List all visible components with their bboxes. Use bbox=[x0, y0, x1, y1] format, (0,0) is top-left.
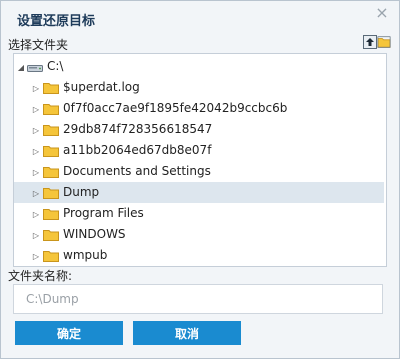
tree-item-label: Program Files bbox=[63, 206, 144, 220]
tree-item[interactable]: ▷ WINDOWS bbox=[14, 224, 384, 245]
tree-item-label: 29db874f728356618547 bbox=[63, 122, 213, 136]
expand-arrow-icon[interactable]: ▷ bbox=[31, 230, 41, 240]
new-folder-button[interactable] bbox=[377, 35, 391, 49]
expand-arrow-icon[interactable]: ▷ bbox=[31, 146, 41, 156]
up-arrow-icon bbox=[366, 38, 374, 46]
collapse-arrow-icon[interactable]: ◢ bbox=[16, 62, 26, 72]
tree-item[interactable]: ▷ $uperdat.log bbox=[14, 77, 384, 98]
expand-arrow-icon[interactable]: ▷ bbox=[31, 104, 41, 114]
up-folder-button[interactable] bbox=[363, 35, 377, 49]
tree-item-label: Documents and Settings bbox=[63, 164, 211, 178]
expand-arrow-icon[interactable]: ▷ bbox=[31, 167, 41, 177]
folder-icon bbox=[43, 145, 59, 160]
tree-item[interactable]: ▷ Documents and Settings bbox=[14, 161, 384, 182]
tree-item[interactable]: ▷ Program Files bbox=[14, 203, 384, 224]
tree-item[interactable]: ▷ a11bb2064ed67db8e07f bbox=[14, 140, 384, 161]
tree-item-label: wmpub bbox=[63, 248, 108, 262]
expand-arrow-icon[interactable]: ▷ bbox=[31, 83, 41, 93]
cancel-button[interactable]: 取消 bbox=[133, 321, 241, 345]
folder-name-input[interactable] bbox=[13, 284, 383, 314]
select-folder-label: 选择文件夹 bbox=[8, 38, 69, 52]
close-icon[interactable]: × bbox=[374, 5, 390, 21]
tree-item[interactable]: ▷ wmpub bbox=[14, 245, 384, 266]
folder-icon bbox=[43, 229, 59, 244]
folder-icon bbox=[43, 103, 59, 118]
folder-icon bbox=[43, 187, 59, 202]
tree-root-label: C:\ bbox=[47, 59, 64, 73]
restore-target-dialog: 设置还原目标 × 选择文件夹 ◢ C:\ ▷ $uperdat.log ▷ 0f… bbox=[0, 0, 400, 359]
folder-icon bbox=[43, 166, 59, 181]
folder-icon bbox=[43, 124, 59, 139]
tree-item[interactable]: ▷ 0f7f0acc7ae9f1895fe42042b9ccbc6b bbox=[14, 98, 384, 119]
dialog-title: 设置还原目标 bbox=[17, 14, 96, 29]
folder-icon bbox=[43, 250, 59, 265]
drive-icon bbox=[27, 62, 43, 76]
tree-item[interactable]: ▷ 29db874f728356618547 bbox=[14, 119, 384, 140]
folder-icon bbox=[43, 208, 59, 223]
expand-arrow-icon[interactable]: ▷ bbox=[31, 125, 41, 135]
tree-item-label: $uperdat.log bbox=[63, 80, 140, 94]
expand-arrow-icon[interactable]: ▷ bbox=[31, 188, 41, 198]
tree-item-label: 0f7f0acc7ae9f1895fe42042b9ccbc6b bbox=[63, 101, 288, 115]
folder-tree[interactable]: ◢ C:\ ▷ $uperdat.log ▷ 0f7f0acc7ae9f1895… bbox=[13, 53, 387, 267]
tree-item-selected[interactable]: ▷ Dump bbox=[14, 182, 384, 203]
ok-button[interactable]: 确定 bbox=[15, 321, 123, 345]
tree-item-label: a11bb2064ed67db8e07f bbox=[63, 143, 212, 157]
expand-arrow-icon[interactable]: ▷ bbox=[31, 251, 41, 261]
new-folder-icon bbox=[377, 36, 391, 48]
folder-icon bbox=[43, 82, 59, 97]
folder-name-label: 文件夹名称: bbox=[8, 269, 73, 283]
tree-item-label: Dump bbox=[63, 185, 100, 199]
tree-item-label: WINDOWS bbox=[63, 227, 126, 241]
expand-arrow-icon[interactable]: ▷ bbox=[31, 209, 41, 219]
tree-root[interactable]: ◢ C:\ bbox=[14, 56, 384, 77]
